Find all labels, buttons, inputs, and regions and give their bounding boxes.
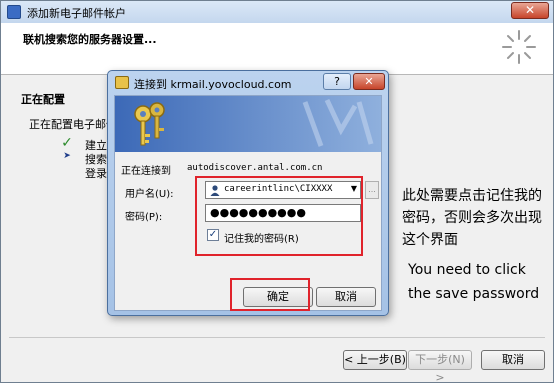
- dialog-banner: [115, 96, 381, 152]
- dialog-cancel-button[interactable]: 取消: [316, 287, 376, 307]
- highlight-credentials-box: [195, 176, 363, 256]
- username-label: 用户名(U):: [125, 189, 174, 200]
- window-close-button[interactable]: ✕: [511, 2, 549, 19]
- mail-app-icon: [7, 5, 21, 19]
- dialog-help-button[interactable]: ?: [323, 73, 351, 90]
- step-login: 登录: [85, 167, 107, 180]
- busy-spinner-icon: [502, 30, 536, 64]
- dialog-close-button[interactable]: ✕: [353, 73, 385, 90]
- wizard-cancel-button[interactable]: 取消: [481, 350, 545, 370]
- window-titlebar: 添加新电子邮件帐户 ✕: [1, 1, 553, 23]
- footer-divider: [9, 337, 545, 338]
- annotation-cn-line-1: 此处需要点击记住我的: [402, 188, 542, 204]
- section-title: 正在配置: [21, 93, 65, 106]
- header-title: 联机搜索您的服务器设置...: [23, 33, 157, 46]
- section-subtitle: 正在配置电子邮件: [29, 118, 117, 131]
- dialog-title: 连接到 krmail.yovocloud.com: [134, 78, 292, 91]
- annotation-cn-line-2: 密码，否则会多次出现: [402, 210, 542, 226]
- next-button[interactable]: 下一步(N) >: [408, 350, 472, 384]
- checkmark-icon: ✓: [61, 135, 73, 151]
- browse-button[interactable]: ...: [365, 181, 379, 199]
- back-button[interactable]: < 上一步(B): [343, 350, 407, 370]
- annotation-en-line-1: You need to click: [408, 262, 526, 278]
- annotation-cn-line-3: 这个界面: [402, 232, 458, 248]
- annotation-en-line-2: the save password: [408, 286, 540, 302]
- wizard-header: 联机搜索您的服务器设置...: [1, 23, 553, 75]
- dialog-titlebar: 连接到 krmail.yovocloud.com ? ✕: [108, 71, 388, 95]
- connecting-host: autodiscover.antal.com.cn: [187, 163, 323, 173]
- password-label: 密码(P):: [125, 212, 163, 223]
- arrow-icon: ➤: [63, 151, 71, 161]
- highlight-ok-box: [230, 278, 310, 311]
- connecting-label: 正在连接到: [121, 166, 171, 177]
- keys-icon: [115, 76, 129, 89]
- window-title: 添加新电子邮件帐户: [27, 7, 126, 20]
- keys-banner-icon: [134, 98, 374, 147]
